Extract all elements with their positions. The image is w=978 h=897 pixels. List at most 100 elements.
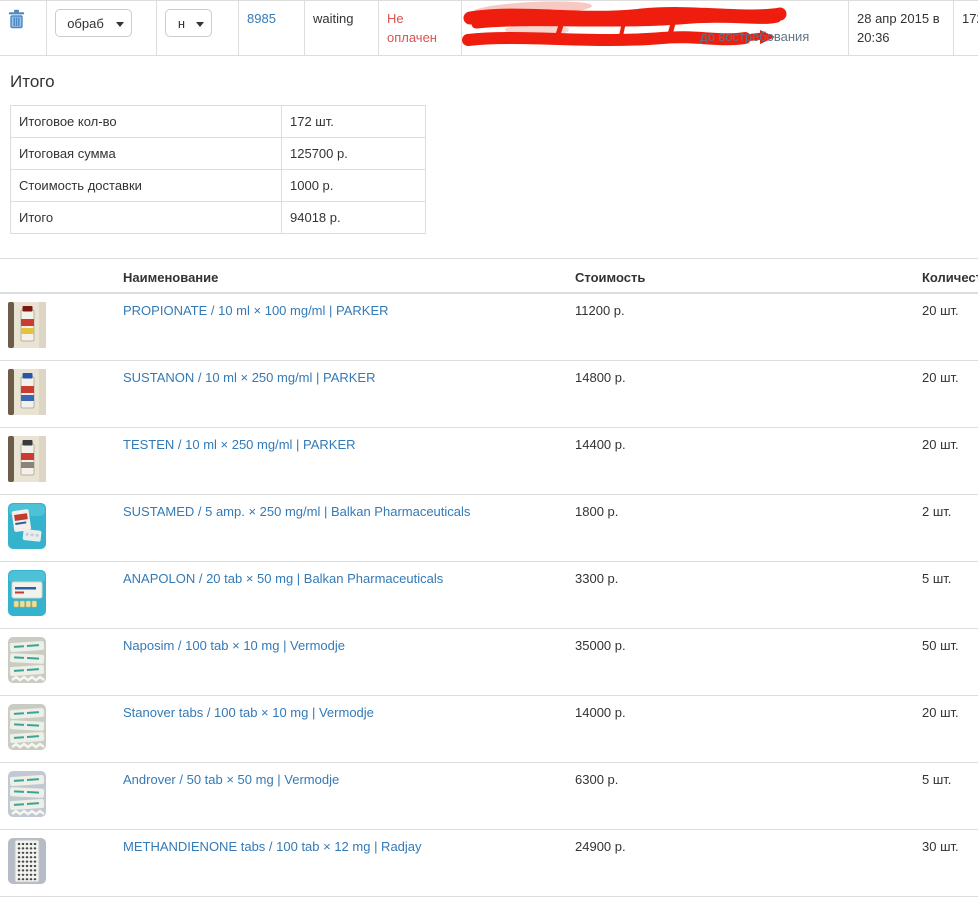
- vial-box-red-photo: [8, 302, 46, 348]
- product-price-cell: 14800 р.: [567, 361, 914, 428]
- order-date: 28 апр 2015 в 20:36: [857, 11, 940, 45]
- product-name-cell: SUSTANON / 10 ml × 250 mg/ml | PARKER: [115, 361, 567, 428]
- blister-strips-green-photo: [8, 704, 46, 750]
- product-row: Stanover tabs / 100 tab × 10 mg | Vermod…: [0, 696, 978, 763]
- order-row-table: обраб н 8985 waiting Не оплачен: [0, 0, 978, 56]
- blister-strips-green-photo: [8, 637, 46, 683]
- product-price-cell: 14400 р.: [567, 428, 914, 495]
- products-header-row: Наименование Стоимость Количество: [0, 259, 978, 294]
- customer-cell: до востребования: [462, 1, 849, 56]
- order-id-link[interactable]: 8985: [247, 11, 276, 26]
- product-price-cell: 35000 р.: [567, 629, 914, 696]
- order-quantity-cell: 172 шт.: [954, 1, 978, 56]
- product-name-cell: SUSTAMED / 5 amp. × 250 mg/ml | Balkan P…: [115, 495, 567, 562]
- product-qty-cell: 50 шт.: [914, 629, 978, 696]
- product-qty-cell: 20 шт.: [914, 696, 978, 763]
- product-name-cell: Androver / 50 tab × 50 mg | Vermodje: [115, 763, 567, 830]
- product-price-cell: 3300 р.: [567, 562, 914, 629]
- product-thumbnail-cell: [0, 428, 115, 495]
- vial-box-blue-photo: [8, 369, 46, 415]
- product-link[interactable]: PROPIONATE / 10 ml × 100 mg/ml | PARKER: [123, 303, 389, 318]
- product-qty: 50 шт.: [922, 638, 959, 653]
- product-link[interactable]: SUSTAMED / 5 amp. × 250 mg/ml | Balkan P…: [123, 504, 470, 519]
- summary-label: Итоговое кол-во: [11, 106, 282, 138]
- teal-box-ampoules-photo: [8, 503, 46, 549]
- product-qty-cell: 30 шт.: [914, 830, 978, 897]
- product-price: 3300 р.: [575, 571, 618, 586]
- order-quantity: 172 шт.: [962, 11, 978, 26]
- vial-box-dark-photo: [8, 436, 46, 482]
- product-price: 11200 р.: [575, 303, 625, 318]
- products-header-spacer: [0, 259, 115, 294]
- products-table: Наименование Стоимость Количество PROPIO…: [0, 258, 978, 897]
- payment-status: Не оплачен: [387, 11, 437, 45]
- summary-value: 94018 р.: [282, 202, 426, 234]
- pill-card-photo: [8, 838, 46, 884]
- summary-row: Итого 94018 р.: [11, 202, 426, 234]
- product-name-cell: ANAPOLON / 20 tab × 50 mg | Balkan Pharm…: [115, 562, 567, 629]
- product-qty: 20 шт.: [922, 437, 959, 452]
- product-thumbnail-cell: [0, 629, 115, 696]
- product-link[interactable]: SUSTANON / 10 ml × 250 mg/ml | PARKER: [123, 370, 376, 385]
- chevron-down-icon: [116, 22, 124, 27]
- product-qty-cell: 20 шт.: [914, 428, 978, 495]
- status-select-cell: обраб: [47, 1, 157, 56]
- product-price-cell: 14000 р.: [567, 696, 914, 763]
- product-price: 6300 р.: [575, 772, 618, 787]
- product-price: 14400 р.: [575, 437, 626, 452]
- product-price: 24900 р.: [575, 839, 626, 854]
- summary-row: Стоимость доставки 1000 р.: [11, 170, 426, 202]
- payment-status-cell: Не оплачен: [379, 1, 462, 56]
- summary-label: Стоимость доставки: [11, 170, 282, 202]
- product-qty: 5 шт.: [922, 772, 951, 787]
- chevron-down-icon: [196, 22, 204, 27]
- product-link[interactable]: Stanover tabs / 100 tab × 10 mg | Vermod…: [123, 705, 374, 720]
- summary-value: 172 шт.: [282, 106, 426, 138]
- order-id-cell: 8985: [239, 1, 305, 56]
- product-thumbnail-cell: [0, 495, 115, 562]
- product-link[interactable]: Androver / 50 tab × 50 mg | Vermodje: [123, 772, 339, 787]
- product-row: Naposim / 100 tab × 10 mg | Vermodje 350…: [0, 629, 978, 696]
- product-thumbnail-cell: [0, 562, 115, 629]
- product-name-cell: METHANDIENONE tabs / 100 tab × 12 mg | R…: [115, 830, 567, 897]
- product-price: 35000 р.: [575, 638, 626, 653]
- product-qty: 5 шт.: [922, 571, 951, 586]
- product-link[interactable]: ANAPOLON / 20 tab × 50 mg | Balkan Pharm…: [123, 571, 443, 586]
- order-secondary-select[interactable]: н: [165, 9, 212, 37]
- product-row: SUSTANON / 10 ml × 250 mg/ml | PARKER 14…: [0, 361, 978, 428]
- product-link[interactable]: TESTEN / 10 ml × 250 mg/ml | PARKER: [123, 437, 356, 452]
- product-qty-cell: 5 шт.: [914, 562, 978, 629]
- product-qty: 20 шт.: [922, 705, 959, 720]
- order-secondary-select-value: н: [178, 16, 185, 31]
- products-header-qty: Количество: [914, 259, 978, 294]
- product-qty-cell: 20 шт.: [914, 361, 978, 428]
- product-price-cell: 6300 р.: [567, 763, 914, 830]
- product-row: SUSTAMED / 5 amp. × 250 mg/ml | Balkan P…: [0, 495, 978, 562]
- product-qty-cell: 5 шт.: [914, 763, 978, 830]
- address-visible-text: до востребования: [700, 27, 809, 46]
- product-name-cell: TESTEN / 10 ml × 250 mg/ml | PARKER: [115, 428, 567, 495]
- summary-value: 125700 р.: [282, 138, 426, 170]
- product-qty-cell: 20 шт.: [914, 293, 978, 361]
- product-thumbnail-cell: [0, 763, 115, 830]
- product-thumbnail-cell: [0, 293, 115, 361]
- product-row: PROPIONATE / 10 ml × 100 mg/ml | PARKER …: [0, 293, 978, 361]
- trash-icon[interactable]: [8, 17, 25, 32]
- products-header-price: Стоимость: [567, 259, 914, 294]
- product-thumbnail-cell: [0, 696, 115, 763]
- product-price: 1800 р.: [575, 504, 618, 519]
- product-name-cell: Stanover tabs / 100 tab × 10 mg | Vermod…: [115, 696, 567, 763]
- product-row: ANAPOLON / 20 tab × 50 mg | Balkan Pharm…: [0, 562, 978, 629]
- product-link[interactable]: METHANDIENONE tabs / 100 tab × 12 mg | R…: [123, 839, 422, 854]
- products-header-name: Наименование: [115, 259, 567, 294]
- product-thumbnail-cell: [0, 830, 115, 897]
- product-link[interactable]: Naposim / 100 tab × 10 mg | Vermodje: [123, 638, 345, 653]
- order-row: обраб н 8985 waiting Не оплачен: [0, 1, 978, 56]
- summary-title: Итого: [10, 72, 978, 92]
- product-thumbnail-cell: [0, 361, 115, 428]
- product-price-cell: 1800 р.: [567, 495, 914, 562]
- product-qty: 2 шт.: [922, 504, 951, 519]
- order-status-select[interactable]: обраб: [55, 9, 132, 37]
- product-row: Androver / 50 tab × 50 mg | Vermodje 630…: [0, 763, 978, 830]
- product-price-cell: 24900 р.: [567, 830, 914, 897]
